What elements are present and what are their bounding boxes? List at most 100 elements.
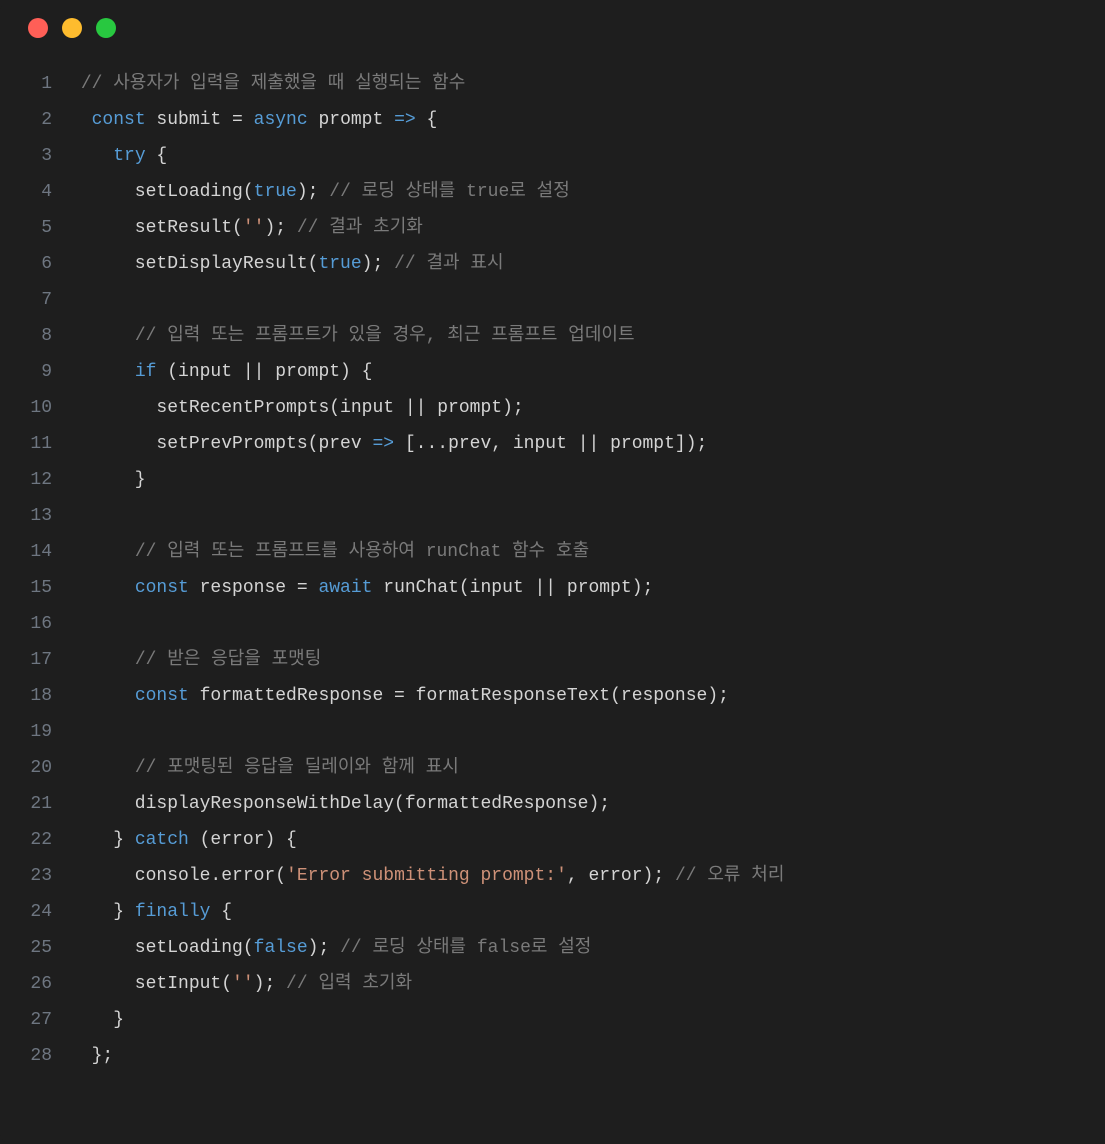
code-line[interactable]: // 사용자가 입력을 제출했을 때 실행되는 함수 <box>70 66 1105 102</box>
line-number: 14 <box>0 534 52 570</box>
code-line[interactable]: } <box>70 1002 1105 1038</box>
line-number: 20 <box>0 750 52 786</box>
code-line[interactable] <box>70 606 1105 642</box>
code-token <box>70 110 92 130</box>
code-token: // 입력 또는 프롬프트가 있을 경우, 최근 프롬프트 업데이트 <box>135 326 635 346</box>
code-line[interactable]: setPrevPrompts(prev => [...prev, input |… <box>70 426 1105 462</box>
code-token <box>70 578 135 598</box>
maximize-icon[interactable] <box>96 18 116 38</box>
code-line[interactable]: const formattedResponse = formatResponse… <box>70 678 1105 714</box>
code-token: true <box>318 254 361 274</box>
line-number: 28 <box>0 1038 52 1074</box>
line-number: 25 <box>0 930 52 966</box>
code-line[interactable]: setRecentPrompts(input || prompt); <box>70 390 1105 426</box>
code-token: } <box>70 902 135 922</box>
titlebar <box>0 0 1105 56</box>
code-line[interactable]: displayResponseWithDelay(formattedRespon… <box>70 786 1105 822</box>
code-line[interactable]: } catch (error) { <box>70 822 1105 858</box>
code-token: // 사용자가 입력을 제출했을 때 실행되는 함수 <box>81 74 466 94</box>
minimize-icon[interactable] <box>62 18 82 38</box>
code-token: prompt <box>308 110 394 130</box>
line-number: 15 <box>0 570 52 606</box>
code-line[interactable]: console.error('Error submitting prompt:'… <box>70 858 1105 894</box>
line-number: 18 <box>0 678 52 714</box>
code-token: finally <box>135 902 211 922</box>
code-line[interactable]: // 포맷팅된 응답을 딜레이와 함께 표시 <box>70 750 1105 786</box>
code-editor[interactable]: 1234567891011121314151617181920212223242… <box>0 56 1105 1084</box>
line-number: 16 <box>0 606 52 642</box>
line-number: 11 <box>0 426 52 462</box>
code-line[interactable] <box>70 714 1105 750</box>
code-token: // 포맷팅된 응답을 딜레이와 함께 표시 <box>135 758 459 778</box>
code-line[interactable]: // 받은 응답을 포맷팅 <box>70 642 1105 678</box>
code-token: ); <box>297 182 329 202</box>
code-token <box>70 74 81 94</box>
code-line[interactable]: setResult(''); // 결과 초기화 <box>70 210 1105 246</box>
code-token: response = <box>189 578 319 598</box>
code-line[interactable]: // 입력 또는 프롬프트를 사용하여 runChat 함수 호출 <box>70 534 1105 570</box>
code-line[interactable]: const submit = async prompt => { <box>70 102 1105 138</box>
code-token: (input || prompt) { <box>156 362 372 382</box>
code-line[interactable]: }; <box>70 1038 1105 1074</box>
code-token: { <box>146 146 168 166</box>
code-line[interactable] <box>70 498 1105 534</box>
code-line[interactable]: const response = await runChat(input || … <box>70 570 1105 606</box>
code-token: // 오류 처리 <box>675 866 784 886</box>
code-token: { <box>416 110 438 130</box>
code-token: 'Error submitting prompt:' <box>286 866 567 886</box>
code-token: setRecentPrompts(input || prompt); <box>70 398 524 418</box>
code-token: '' <box>232 974 254 994</box>
code-token: }; <box>70 1046 113 1066</box>
code-line[interactable]: if (input || prompt) { <box>70 354 1105 390</box>
line-number: 13 <box>0 498 52 534</box>
code-token: false <box>254 938 308 958</box>
code-token: console.error( <box>70 866 286 886</box>
line-number: 27 <box>0 1002 52 1038</box>
code-token: setLoading( <box>70 938 254 958</box>
code-token: catch <box>135 830 189 850</box>
code-token: const <box>92 110 146 130</box>
code-line[interactable]: setLoading(true); // 로딩 상태를 true로 설정 <box>70 174 1105 210</box>
code-token <box>70 362 135 382</box>
line-number: 21 <box>0 786 52 822</box>
code-token: ); <box>308 938 340 958</box>
line-number: 8 <box>0 318 52 354</box>
code-line[interactable]: setLoading(false); // 로딩 상태를 false로 설정 <box>70 930 1105 966</box>
close-icon[interactable] <box>28 18 48 38</box>
line-number: 7 <box>0 282 52 318</box>
code-token: '' <box>243 218 265 238</box>
code-token: [...prev, input || prompt]); <box>394 434 707 454</box>
code-token <box>70 650 135 670</box>
code-token <box>70 542 135 562</box>
code-token: } <box>70 470 146 490</box>
line-number: 4 <box>0 174 52 210</box>
code-token: } <box>70 1010 124 1030</box>
code-token: try <box>113 146 145 166</box>
code-token <box>70 686 135 706</box>
line-number: 9 <box>0 354 52 390</box>
code-token: => <box>372 434 394 454</box>
line-number: 19 <box>0 714 52 750</box>
code-line[interactable]: try { <box>70 138 1105 174</box>
code-line[interactable]: // 입력 또는 프롬프트가 있을 경우, 최근 프롬프트 업데이트 <box>70 318 1105 354</box>
code-token: // 받은 응답을 포맷팅 <box>135 650 322 670</box>
code-line[interactable]: setDisplayResult(true); // 결과 표시 <box>70 246 1105 282</box>
code-line[interactable]: } <box>70 462 1105 498</box>
code-token: true <box>254 182 297 202</box>
code-content[interactable]: // 사용자가 입력을 제출했을 때 실행되는 함수 const submit … <box>70 66 1105 1074</box>
line-number: 2 <box>0 102 52 138</box>
line-number: 3 <box>0 138 52 174</box>
code-token: displayResponseWithDelay(formattedRespon… <box>70 794 610 814</box>
code-line[interactable]: } finally { <box>70 894 1105 930</box>
code-line[interactable]: setInput(''); // 입력 초기화 <box>70 966 1105 1002</box>
line-number: 17 <box>0 642 52 678</box>
code-token: setPrevPrompts(prev <box>70 434 372 454</box>
code-line[interactable] <box>70 282 1105 318</box>
code-token: setInput( <box>70 974 232 994</box>
code-token: // 입력 초기화 <box>286 974 412 994</box>
code-token: await <box>318 578 372 598</box>
code-token: setDisplayResult( <box>70 254 318 274</box>
line-number: 10 <box>0 390 52 426</box>
code-token: ); <box>264 218 296 238</box>
code-token: (error) { <box>189 830 297 850</box>
